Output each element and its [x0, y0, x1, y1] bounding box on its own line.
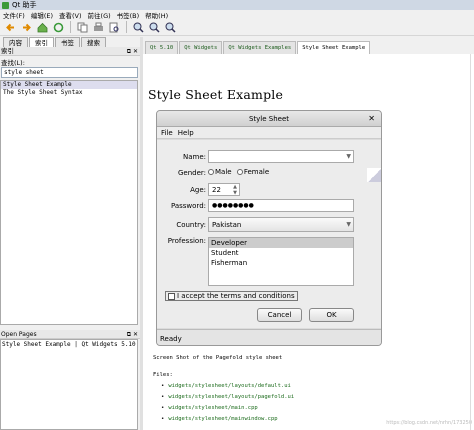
age-spinbox: 22 ▲ ▼ [208, 183, 240, 196]
back-arrow-icon[interactable] [4, 21, 17, 34]
app-icon [2, 1, 9, 9]
chevron-down-icon: ▼ [346, 221, 351, 228]
terms-checkbox-row: I accept the terms and conditions [165, 291, 298, 301]
copy-icon[interactable] [76, 21, 89, 34]
name-combo: ▼ [208, 150, 354, 163]
sync-icon[interactable] [52, 21, 65, 34]
age-label: Age: [190, 186, 206, 194]
screenshot-title: Style Sheet [248, 115, 290, 123]
menu-bar: 文件(F) 编辑(E) 查看(V) 前往(G) 书签(B) 帮助(H) [0, 10, 474, 20]
female-label: Female [243, 168, 270, 176]
index-pane-title: 索引 [1, 47, 14, 55]
screenshot-menu-help: Help [177, 128, 194, 137]
country-label: Country: [176, 221, 206, 229]
male-label: Male [215, 168, 232, 176]
country-value: Pakistan [212, 221, 242, 229]
scrollbar[interactable] [470, 54, 471, 430]
menu-view[interactable]: 查看(V) [56, 10, 85, 20]
breadcrumb: Qt 5.10 Qt Widgets Qt Widgets Examples S… [144, 40, 474, 54]
gender-label: Gender: [177, 169, 206, 177]
watermark: https://blog.csdn.net/nrhn/173250 [386, 420, 472, 426]
screenshot-menu-bar: File Help [157, 127, 381, 139]
index-pane-header: 索引 ⧉ ✕ [0, 47, 140, 56]
list-item[interactable]: Style Sheet Example | Qt Widgets 5.10 [1, 340, 137, 349]
pane-float-close-icon[interactable]: ⧉ ✕ [127, 47, 138, 56]
age-value: 22 [212, 186, 221, 194]
screenshot-form: Name: ▼ Gender: Male Female Age: 22 ▲ ▼ Pa… [157, 140, 381, 328]
files-list: widgets/stylesheet/layouts/default.ui wi… [161, 381, 294, 425]
home-icon[interactable] [36, 21, 49, 34]
look-for-label: 查找(L): [1, 59, 25, 67]
pane-float-close-icon[interactable]: ⧉ ✕ [127, 330, 138, 339]
terms-label: I accept the terms and conditions [177, 292, 295, 300]
index-result-list: Style Sheet Example The Style Sheet Synt… [0, 80, 138, 325]
screenshot-menu-file: File [161, 128, 173, 137]
title-bar: Qt 助手 [0, 0, 474, 10]
list-item: Developer [209, 238, 353, 248]
toolbar-divider [126, 21, 127, 33]
zoom-reset-icon[interactable] [164, 21, 177, 34]
female-radio [236, 169, 243, 175]
toolbar-divider [70, 21, 71, 33]
tab-index[interactable]: 索引 [29, 37, 54, 47]
screenshot-status-bar: Ready [157, 329, 381, 345]
breadcrumb-current: Style Sheet Example [297, 41, 371, 54]
ok-button: OK [309, 308, 354, 322]
tab-contents[interactable]: 内容 [3, 37, 28, 47]
page-title: Style Sheet Example [148, 87, 284, 102]
list-item[interactable]: The Style Sheet Syntax [1, 89, 137, 97]
breadcrumb-widgets-examples[interactable]: Qt Widgets Examples [223, 41, 297, 54]
page-fold-decoration [367, 168, 381, 182]
screenshot-caption: Screen Shot of the Pagefold style sheet [153, 355, 283, 361]
breadcrumb-qt[interactable]: Qt 5.10 [145, 41, 179, 54]
print-icon[interactable] [92, 21, 105, 34]
tab-search[interactable]: 搜索 [81, 37, 106, 47]
terms-checkbox [168, 292, 175, 300]
cancel-button: Cancel [257, 308, 302, 322]
menu-file[interactable]: 文件(F) [0, 10, 28, 20]
name-label: Name: [182, 153, 206, 161]
close-icon: ✕ [368, 114, 375, 123]
profession-list: Developer Student Fisherman [208, 237, 354, 286]
gender-radios: Male Female [208, 168, 269, 176]
open-pages-title: Open Pages [1, 331, 37, 338]
file-link[interactable]: widgets/stylesheet/mainwindow.cpp [161, 414, 294, 425]
screenshot-title-bar: Style Sheet ✕ [157, 111, 381, 127]
chevron-down-icon: ▼ [346, 153, 351, 160]
example-screenshot: Style Sheet ✕ File Help Name: ▼ Gender: … [156, 110, 382, 346]
password-field: ●●●●●●●● [208, 199, 354, 212]
open-pages-list: Style Sheet Example | Qt Widgets 5.10 [0, 339, 138, 430]
menu-go[interactable]: 前往(G) [85, 10, 114, 20]
country-combo: Pakistan ▼ [208, 217, 354, 232]
files-label: Files: [153, 372, 173, 378]
document-view: Style Sheet Example Style Sheet ✕ File H… [143, 54, 474, 430]
menu-bookmarks[interactable]: 书签(B) [114, 10, 143, 20]
file-link[interactable]: widgets/stylesheet/layouts/pagefold.ui [161, 392, 294, 403]
list-item: Fisherman [211, 259, 248, 267]
list-item: Student [211, 249, 239, 257]
list-item[interactable]: Style Sheet Example [1, 81, 137, 89]
open-pages-header: Open Pages ⧉ ✕ [0, 330, 140, 339]
file-link[interactable]: widgets/stylesheet/main.cpp [161, 403, 294, 414]
find-icon[interactable] [108, 21, 121, 34]
sidebar-tabs: 内容 索引 书签 搜索 [0, 37, 140, 47]
menu-edit[interactable]: 编辑(E) [28, 10, 56, 20]
male-radio [208, 169, 214, 175]
breadcrumb-qt-widgets[interactable]: Qt Widgets [179, 41, 223, 54]
spin-arrows-icon: ▲ ▼ [233, 184, 237, 196]
password-label: Password: [170, 202, 206, 210]
file-link[interactable]: widgets/stylesheet/layouts/default.ui [161, 381, 294, 392]
tab-bookmarks[interactable]: 书签 [55, 37, 80, 47]
forward-arrow-icon[interactable] [20, 21, 33, 34]
toolbar [0, 19, 474, 36]
zoom-in-icon[interactable] [132, 21, 145, 34]
window-title: Qt 助手 [12, 1, 37, 9]
look-for-input[interactable]: style sheet [1, 67, 138, 78]
zoom-out-icon[interactable] [148, 21, 161, 34]
profession-label: Profession: [167, 237, 206, 245]
menu-help[interactable]: 帮助(H) [142, 10, 171, 20]
